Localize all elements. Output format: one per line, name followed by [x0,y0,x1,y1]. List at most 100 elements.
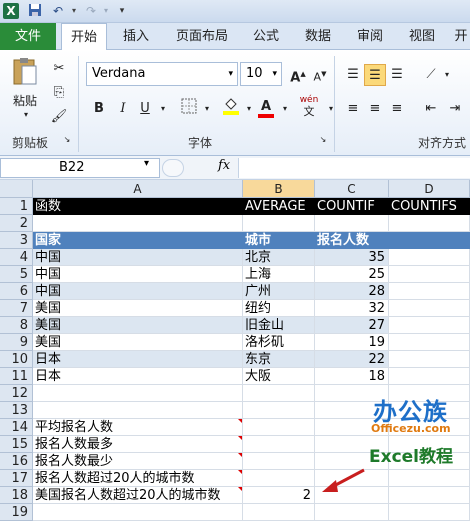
tab-developer[interactable]: 开 [452,23,470,50]
underline-dropdown-icon[interactable]: ▾ [152,98,174,120]
row-header[interactable]: 17 [0,470,33,487]
cell-a1[interactable]: 函数 [33,198,243,215]
row-header[interactable]: 2 [0,215,33,232]
cell-b2[interactable] [243,215,315,232]
cell-b17[interactable] [243,470,315,487]
tab-formulas[interactable]: 公式 [244,23,288,50]
cell-b3[interactable]: 城市 [243,232,315,249]
cell-c6[interactable]: 28 [315,283,389,300]
cell-a5[interactable]: 中国 [33,266,243,283]
cell-a9[interactable]: 美国 [33,334,243,351]
cell-d1[interactable]: COUNTIFS [389,198,470,215]
clipboard-launcher-icon[interactable]: ↘ [62,134,72,146]
cell-b6[interactable]: 广州 [243,283,315,300]
cell-b4[interactable]: 北京 [243,249,315,266]
cell-b10[interactable]: 东京 [243,351,315,368]
borders-dropdown-icon[interactable]: ▾ [196,98,218,120]
redo-dropdown-icon[interactable]: ▾ [98,3,114,19]
align-middle-icon[interactable]: ☰ [364,64,386,86]
phonetic-dropdown-icon[interactable]: ▾ [320,98,342,120]
bold-button[interactable]: B [88,98,110,120]
cell-b11[interactable]: 大阪 [243,368,315,385]
italic-button[interactable]: I [112,98,134,120]
cell-d5[interactable] [389,266,470,283]
grow-font-icon[interactable]: A▲ [287,63,309,85]
undo-dropdown-icon[interactable]: ▾ [66,3,82,19]
row-header[interactable]: 11 [0,368,33,385]
formula-bar-resize-handle[interactable] [162,159,184,177]
cell-a3[interactable]: 国家 [33,232,243,249]
comment-indicator-icon[interactable] [238,436,242,440]
cell-c19[interactable] [315,504,389,521]
row-header[interactable]: 10 [0,351,33,368]
cell-a13[interactable] [33,402,243,419]
cell-a10[interactable]: 日本 [33,351,243,368]
paste-icon[interactable] [8,56,42,86]
cell-b7[interactable]: 纽约 [243,300,315,317]
column-header-a[interactable]: A [33,180,243,198]
shrink-font-icon[interactable]: A▼ [309,63,331,85]
name-box[interactable]: B22 [0,158,160,178]
name-box-dropdown-icon[interactable]: ▾ [144,158,149,169]
cell-a2[interactable] [33,215,243,232]
cell-a11[interactable]: 日本 [33,368,243,385]
cell-d11[interactable] [389,368,470,385]
formula-input[interactable] [238,158,470,178]
cell-b8[interactable]: 旧金山 [243,317,315,334]
cell-d8[interactable] [389,317,470,334]
undo-icon[interactable]: ↶ [50,3,66,19]
row-header[interactable]: 1 [0,198,33,215]
cell-a4[interactable]: 中国 [33,249,243,266]
cell-d3[interactable] [389,232,470,249]
cell-a17[interactable]: 报名人数超过20人的城市数 [33,470,243,487]
cell-b15[interactable] [243,436,315,453]
comment-indicator-icon[interactable] [238,470,242,474]
align-center-icon[interactable]: ≡ [364,98,386,120]
cell-c8[interactable]: 27 [315,317,389,334]
row-header[interactable]: 13 [0,402,33,419]
row-header[interactable]: 5 [0,266,33,283]
font-launcher-icon[interactable]: ↘ [318,134,328,146]
cell-a16[interactable]: 报名人数最少 [33,453,243,470]
cell-b1[interactable]: AVERAGE [243,198,315,215]
cell-a18[interactable]: 美国报名人数超过20人的城市数 [33,487,243,504]
cell-d10[interactable] [389,351,470,368]
cell-b13[interactable] [243,402,315,419]
decrease-indent-icon[interactable]: ⇤ [420,98,442,120]
cell-d9[interactable] [389,334,470,351]
cell-c9[interactable]: 19 [315,334,389,351]
font-name-select[interactable]: Verdana ▾ [86,62,238,86]
align-top-icon[interactable]: ☰ [342,64,364,86]
cell-c10[interactable]: 22 [315,351,389,368]
row-header[interactable]: 12 [0,385,33,402]
cell-a6[interactable]: 中国 [33,283,243,300]
cell-c11[interactable]: 18 [315,368,389,385]
row-header[interactable]: 19 [0,504,33,521]
cell-c7[interactable]: 32 [315,300,389,317]
cell-c4[interactable]: 35 [315,249,389,266]
cell-b9[interactable]: 洛杉矶 [243,334,315,351]
cell-d4[interactable] [389,249,470,266]
column-header-c[interactable]: C [315,180,389,198]
cell-a14[interactable]: 平均报名人数 [33,419,243,436]
cell-c3[interactable]: 报名人数 [315,232,389,249]
cell-d19[interactable] [389,504,470,521]
column-header-b[interactable]: B [243,180,315,198]
select-all-corner[interactable] [0,180,33,198]
phonetic-icon[interactable]: wén 文 [296,94,322,118]
tab-review[interactable]: 审阅 [348,23,392,50]
redo-icon[interactable]: ↷ [83,3,99,19]
customize-toolbar-icon[interactable]: ▾ [114,3,130,19]
comment-indicator-icon[interactable] [238,419,242,423]
column-header-d[interactable]: D [389,180,470,198]
cell-b12[interactable] [243,385,315,402]
cell-d17[interactable] [389,470,470,487]
cell-a8[interactable]: 美国 [33,317,243,334]
cell-a7[interactable]: 美国 [33,300,243,317]
row-header[interactable]: 14 [0,419,33,436]
cell-b16[interactable] [243,453,315,470]
format-painter-icon[interactable]: 🖌 [48,106,70,128]
cell-b18[interactable]: 2 [243,487,315,504]
cell-a15[interactable]: 报名人数最多 [33,436,243,453]
row-header[interactable]: 15 [0,436,33,453]
